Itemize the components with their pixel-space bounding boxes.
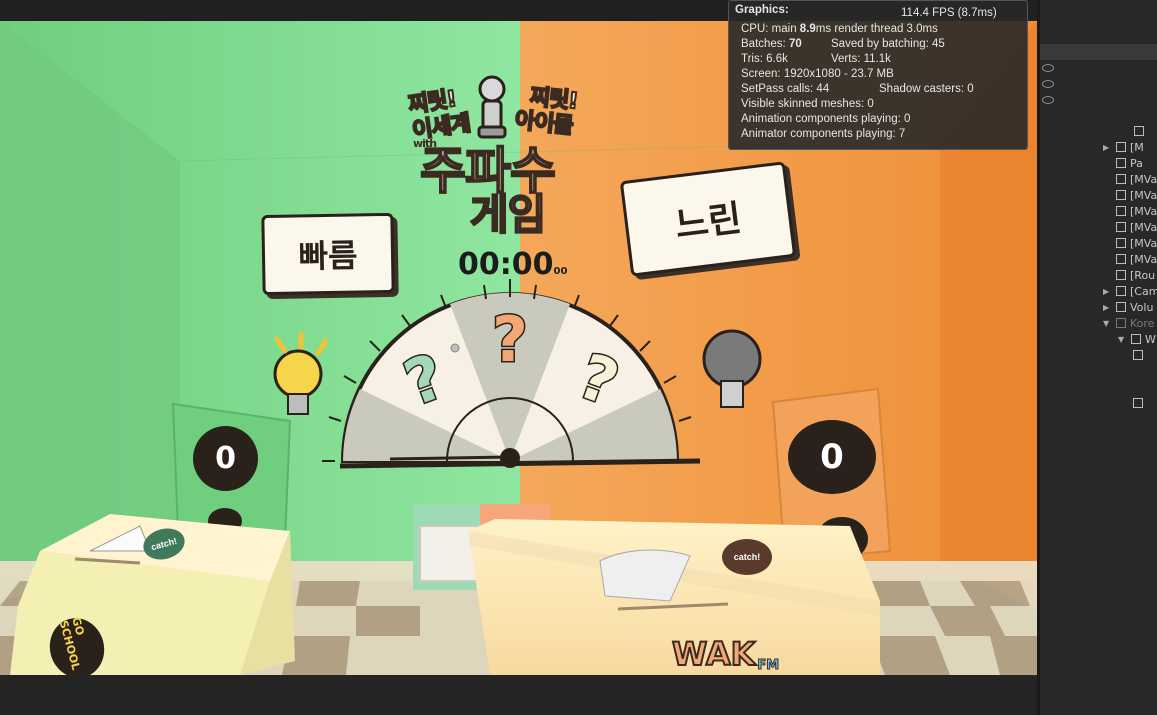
stats-batches-prefix: Batches: xyxy=(741,38,789,50)
sticker-wak: WAK FM xyxy=(671,633,780,674)
hierarchy-item-10[interactable]: ▶ [Cam xyxy=(1040,284,1157,300)
stats-setpass: SetPass calls: 44 xyxy=(741,83,830,95)
hierarchy-item-7[interactable]: [MVa xyxy=(1040,236,1157,252)
gameobject-icon xyxy=(1134,126,1144,136)
gameobject-icon xyxy=(1116,238,1126,248)
hierarchy-item-label: [MVa xyxy=(1130,221,1157,234)
stats-verts: Verts: 11.1k xyxy=(831,53,891,65)
hierarchy-item-2[interactable]: Pa xyxy=(1040,156,1157,172)
hierarchy-item-1[interactable]: ▶ [M xyxy=(1040,140,1157,156)
sticker-wak-suffix: FM xyxy=(757,658,780,674)
gameobject-icon xyxy=(1116,302,1126,312)
hierarchy-item-13[interactable]: ▼ W xyxy=(1040,332,1157,348)
hierarchy-item-3[interactable]: [MVa xyxy=(1040,172,1157,188)
gameobject-icon xyxy=(1116,190,1126,200)
expand-arrow-icon[interactable]: ▼ xyxy=(1118,332,1124,348)
hierarchy-item-8[interactable]: [MVa xyxy=(1040,252,1157,268)
sticker-wak-label: WAK xyxy=(671,634,756,674)
hierarchy-item-label: [Cam xyxy=(1130,285,1157,298)
stats-animator: Animator components playing: 7 xyxy=(741,128,906,140)
collapse-arrow-icon[interactable]: ▶ xyxy=(1103,140,1109,156)
question-mark-2: ? xyxy=(492,303,528,376)
sign-fast-label: 빠름 xyxy=(298,236,358,276)
hierarchy-item-5[interactable]: [MVa xyxy=(1040,204,1157,220)
timer-main: 00:00 xyxy=(458,247,554,282)
stats-saved-batching: Saved by batching: 45 xyxy=(831,38,945,50)
stats-cpu-main: 8.9 xyxy=(799,23,816,35)
hierarchy-item-4[interactable]: [MVa xyxy=(1040,188,1157,204)
gameobject-icon xyxy=(1116,222,1126,232)
gameobject-icon xyxy=(1131,334,1141,344)
sticker-go-school-label: GO SCHOOL xyxy=(56,615,87,672)
gameobject-icon xyxy=(1116,142,1126,152)
score-left: 0 xyxy=(193,426,258,491)
hierarchy-item-label: Volu xyxy=(1130,301,1154,314)
gameobject-icon xyxy=(1133,350,1143,360)
visibility-hidden-icon[interactable] xyxy=(1042,96,1054,104)
sign-slow: 느린 xyxy=(619,161,797,277)
gameobject-icon xyxy=(1116,270,1126,280)
collapse-arrow-icon[interactable]: ▶ xyxy=(1103,284,1109,300)
hierarchy-item-label: Pa xyxy=(1130,157,1143,170)
gameobject-icon xyxy=(1116,158,1126,168)
timer-fraction: 00 xyxy=(553,266,568,277)
hierarchy-panel[interactable]: ▶ [M Pa [MVa [MVa [MVa [MVa [MVa [MVa [Ro… xyxy=(1040,0,1157,715)
score-right: 0 xyxy=(788,420,876,494)
collapse-arrow-icon[interactable]: ▶ xyxy=(1103,300,1109,316)
gameobject-icon xyxy=(1116,174,1126,184)
gameobject-icon xyxy=(1116,318,1126,328)
hierarchy-item-label: [MVa xyxy=(1130,173,1157,186)
hierarchy-item-label: W xyxy=(1145,333,1156,346)
gameobject-icon xyxy=(1116,286,1126,296)
hierarchy-item-11[interactable]: ▶ Volu xyxy=(1040,300,1157,316)
hierarchy-header-row xyxy=(1040,44,1157,60)
stats-title: Graphics: xyxy=(735,4,789,16)
stats-batches-value: 70 xyxy=(788,38,802,50)
graphics-stats-panel: Graphics: 114.4 FPS (8.7ms) CPU: main 8.… xyxy=(728,0,1028,150)
stats-cpu: CPU: main 8.9ms render thread 3.0ms xyxy=(741,23,938,35)
score-right-value: 0 xyxy=(820,437,844,477)
score-left-value: 0 xyxy=(215,441,236,476)
visibility-hidden-icon[interactable] xyxy=(1042,64,1054,72)
gameobject-icon xyxy=(1116,206,1126,216)
hierarchy-item-9[interactable]: [Rou xyxy=(1040,268,1157,284)
catch-badge-right: catch! xyxy=(722,539,772,575)
stats-fps: 114.4 FPS (8.7ms) xyxy=(901,7,997,19)
stats-tris: Tris: 6.6k xyxy=(741,53,788,65)
timer: 00:0000 xyxy=(458,247,567,282)
stats-shadow-casters: Shadow casters: 0 xyxy=(879,83,974,95)
expand-arrow-icon[interactable]: ▼ xyxy=(1103,316,1109,332)
hierarchy-item-label: Kore xyxy=(1130,317,1155,330)
hierarchy-item-label: [MVa xyxy=(1130,189,1157,202)
hierarchy-item-label: [M xyxy=(1130,141,1144,154)
stats-cpu-prefix: CPU: main xyxy=(741,23,800,35)
gameobject-icon xyxy=(1133,398,1143,408)
stats-screen: Screen: 1920x1080 - 23.7 MB xyxy=(741,68,894,80)
stats-batches: Batches: 70 xyxy=(741,38,802,50)
hierarchy-item-label: [MVa xyxy=(1130,253,1157,266)
sign-fast: 빠름 xyxy=(261,212,395,296)
hierarchy-item-12[interactable]: ▼ Kore xyxy=(1040,316,1157,332)
editor-bottom-bar xyxy=(0,675,1040,715)
stats-skinned: Visible skinned meshes: 0 xyxy=(741,98,874,110)
hierarchy-item-label: [Rou xyxy=(1130,269,1156,282)
stats-cpu-suffix: ms render thread 3.0ms xyxy=(815,23,938,35)
catch-badge-right-label: catch! xyxy=(733,552,761,562)
logo-main-2: 게임 xyxy=(469,189,547,240)
catch-badge-left-label: catch! xyxy=(149,535,179,553)
stats-animation: Animation components playing: 0 xyxy=(741,113,911,125)
hierarchy-item-6[interactable]: [MVa xyxy=(1040,220,1157,236)
visibility-hidden-icon[interactable] xyxy=(1042,80,1054,88)
mascot-icon xyxy=(477,75,507,139)
sign-slow-label: 느린 xyxy=(673,198,744,247)
hierarchy-item-label: [MVa xyxy=(1130,205,1157,218)
gameobject-icon xyxy=(1116,254,1126,264)
hierarchy-item-label: [MVa xyxy=(1130,237,1157,250)
